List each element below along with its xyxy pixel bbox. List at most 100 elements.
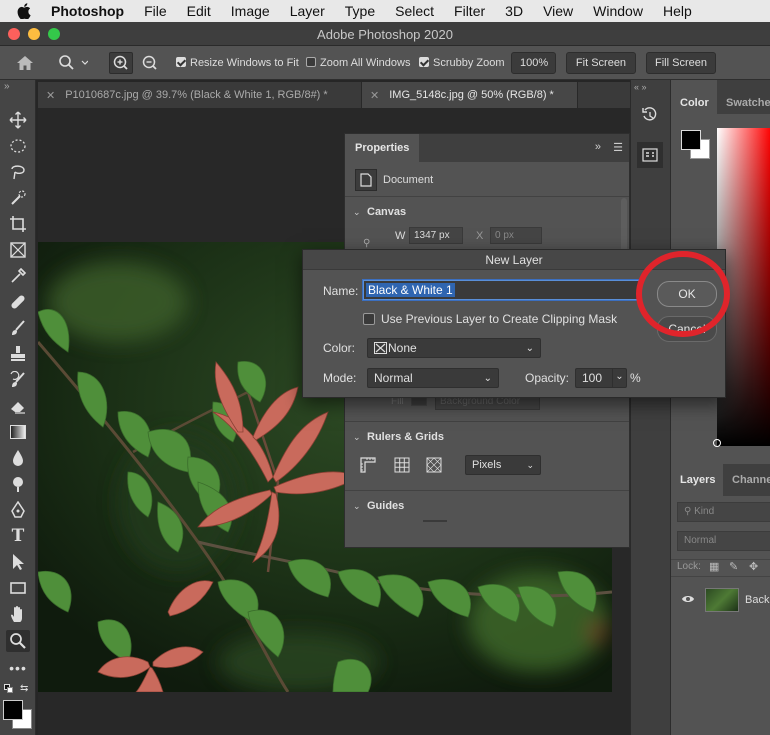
color-panel-swatches[interactable] <box>681 130 711 160</box>
opacity-input[interactable]: 100 ⌄ <box>575 368 627 388</box>
pixel-grid-icon[interactable] <box>425 456 443 477</box>
healing-brush-tool-icon[interactable] <box>8 292 28 312</box>
opacity-slider-chevron-icon[interactable]: ⌄ <box>612 369 626 387</box>
link-icon[interactable]: ⚲ <box>363 238 370 249</box>
tab-p1010687c-label: P1010687c.jpg @ 39.7% (Black & White 1, … <box>65 89 328 101</box>
swap-colors-icon[interactable]: ⇆ <box>20 683 28 694</box>
menu-image[interactable]: Image <box>231 3 270 19</box>
quick-select-tool-icon[interactable] <box>8 188 28 208</box>
pen-tool-icon[interactable] <box>8 500 28 520</box>
resize-windows-checkbox[interactable]: Resize Windows to Fit <box>176 57 299 69</box>
collapse-toolbar-icon[interactable]: » <box>4 81 10 92</box>
guides-title[interactable]: Guides <box>367 500 404 512</box>
eraser-tool-icon[interactable] <box>8 396 28 416</box>
menu-3d[interactable]: 3D <box>505 3 523 19</box>
guides-section-chevron-icon[interactable]: ⌄ <box>353 501 361 512</box>
canvas-section-chevron-icon[interactable]: ⌄ <box>353 207 361 218</box>
expand-panel-icon[interactable]: » <box>595 141 601 153</box>
clipping-mask-checkbox[interactable] <box>363 313 375 325</box>
default-colors-icon[interactable] <box>4 684 14 694</box>
blur-tool-icon[interactable] <box>8 448 28 468</box>
lock-brush-icon[interactable]: ✎ <box>729 560 738 573</box>
lock-pixels-icon[interactable]: ▦ <box>709 560 719 573</box>
rulers-icon[interactable] <box>359 456 377 477</box>
zoom-all-windows-label: Zoom All Windows <box>320 57 411 69</box>
eye-icon[interactable] <box>681 594 695 607</box>
history-panel-icon[interactable] <box>637 102 663 128</box>
rectangle-tool-icon[interactable] <box>8 578 28 598</box>
blend-mode-dialog-select[interactable]: Normal ⌄ <box>367 368 499 388</box>
path-select-tool-icon[interactable] <box>8 552 28 572</box>
zoom-out-icon[interactable] <box>140 53 160 76</box>
zoom-in-icon[interactable] <box>109 52 133 74</box>
menu-filter[interactable]: Filter <box>454 3 485 19</box>
frame-tool-icon[interactable] <box>8 240 28 260</box>
menu-view[interactable]: View <box>543 3 573 19</box>
layer-thumbnail <box>705 588 739 612</box>
scrubby-zoom-checkbox[interactable]: Scrubby Zoom <box>419 57 505 69</box>
close-tab-icon[interactable]: ✕ <box>46 89 55 102</box>
layer-color-select[interactable]: None ⌄ <box>367 338 541 358</box>
menu-file[interactable]: File <box>144 3 167 19</box>
fit-screen-button[interactable]: Fit Screen <box>566 52 636 74</box>
grid-icon[interactable] <box>393 456 411 477</box>
crop-tool-icon[interactable] <box>8 214 28 234</box>
home-icon[interactable] <box>16 55 34 74</box>
dodge-tool-icon[interactable] <box>8 474 28 494</box>
fill-screen-button[interactable]: Fill Screen <box>646 52 716 74</box>
zoom-tool-icon[interactable] <box>58 54 89 75</box>
swatches-tab[interactable]: Swatche <box>726 97 770 109</box>
layer-kind-filter[interactable]: ⚲ Kind <box>677 502 770 522</box>
layers-tab[interactable]: Layers <box>671 464 723 496</box>
gradient-tool-icon[interactable] <box>8 422 28 442</box>
color-picker-cursor[interactable] <box>713 439 721 447</box>
tab-p1010687c[interactable]: ✕ P1010687c.jpg @ 39.7% (Black & White 1… <box>38 82 362 108</box>
properties-panel-icon[interactable] <box>637 142 663 168</box>
layer-name-input[interactable]: Black & White 1 <box>363 280 641 300</box>
lock-position-icon[interactable]: ✥ <box>749 560 758 573</box>
menu-select[interactable]: Select <box>395 3 434 19</box>
units-select[interactable]: Pixels ⌄ <box>465 455 541 475</box>
layer-row-background[interactable]: Backg <box>671 586 770 616</box>
zoom-tool-active-icon[interactable] <box>6 630 30 652</box>
brush-tool-icon[interactable] <box>8 318 28 338</box>
canvas-section-title[interactable]: Canvas <box>367 206 406 218</box>
rulers-grids-title[interactable]: Rulers & Grids <box>367 431 444 443</box>
type-tool-icon[interactable]: T <box>8 526 28 546</box>
expand-dock-icon[interactable]: « » <box>634 82 647 92</box>
menu-layer[interactable]: Layer <box>290 3 325 19</box>
tab-img-5148c[interactable]: ✕ IMG_5148c.jpg @ 50% (RGB/8) * <box>362 82 578 108</box>
opacity-label: Opacity: <box>525 371 570 385</box>
clone-stamp-tool-icon[interactable] <box>8 344 28 364</box>
foreground-color-swatch[interactable] <box>3 700 23 720</box>
properties-tab[interactable]: Properties <box>345 134 420 162</box>
lasso-tool-icon[interactable] <box>8 162 28 182</box>
window-title: Adobe Photoshop 2020 <box>317 27 453 42</box>
menu-app-photoshop[interactable]: Photoshop <box>51 3 124 19</box>
resize-windows-label: Resize Windows to Fit <box>190 57 299 69</box>
zoom-all-windows-checkbox[interactable]: Zoom All Windows <box>306 57 410 69</box>
channels-tab[interactable]: Channe <box>732 474 770 486</box>
width-input[interactable]: 1347 px <box>409 227 463 244</box>
more-tools-icon[interactable]: ••• <box>8 658 28 678</box>
eyedropper-tool-icon[interactable] <box>8 266 28 286</box>
marquee-tool-icon[interactable] <box>8 136 28 156</box>
close-tab-icon[interactable]: ✕ <box>370 89 379 102</box>
menu-type[interactable]: Type <box>345 3 375 19</box>
zoom-100-button[interactable]: 100% <box>511 52 556 74</box>
history-brush-tool-icon[interactable] <box>8 370 28 390</box>
panel-menu-icon[interactable]: ☰ <box>613 141 623 154</box>
x-input[interactable]: 0 px <box>490 227 542 244</box>
color-tab[interactable]: Color <box>671 80 717 114</box>
menu-edit[interactable]: Edit <box>187 3 211 19</box>
move-tool-icon[interactable] <box>8 110 28 130</box>
menu-window[interactable]: Window <box>593 3 643 19</box>
menu-help[interactable]: Help <box>663 3 692 19</box>
apple-icon[interactable] <box>17 3 35 19</box>
hand-tool-icon[interactable] <box>8 604 28 624</box>
color-swatches[interactable] <box>3 700 33 730</box>
scrubby-zoom-label: Scrubby Zoom <box>433 57 505 69</box>
layer-name[interactable]: Backg <box>745 594 770 606</box>
rulers-section-chevron-icon[interactable]: ⌄ <box>353 432 361 443</box>
blend-mode-select[interactable]: Normal <box>677 531 770 551</box>
